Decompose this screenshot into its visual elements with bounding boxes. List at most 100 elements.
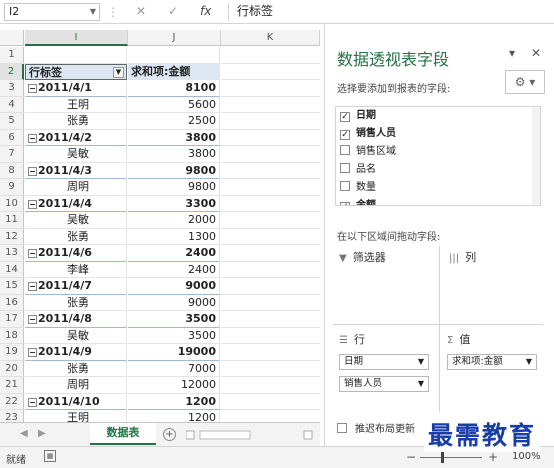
formula-input[interactable]: 行标签 <box>228 3 546 21</box>
row-number[interactable]: 1 <box>0 47 24 64</box>
add-sheet-icon[interactable]: + <box>163 428 176 441</box>
row-number[interactable]: 4 <box>0 96 24 113</box>
cell-row-label[interactable]: −2011/4/1 <box>25 80 127 97</box>
horizontal-scrollbar[interactable] <box>186 430 316 440</box>
row-number[interactable]: 20 <box>0 360 24 377</box>
cell-empty[interactable] <box>221 377 320 394</box>
worksheet-grid[interactable]: I J K 1 2 行标签 ▼ 求和项:金额 3−2011/4/1 8100 4 王明 5600 5… <box>0 30 320 422</box>
collapse-icon[interactable]: − <box>28 397 37 407</box>
cell-empty[interactable] <box>221 229 320 245</box>
cell-empty[interactable] <box>221 245 320 262</box>
cell-value[interactable]: 9000 <box>128 278 220 295</box>
cell-row-label[interactable]: 张勇 <box>25 360 127 377</box>
cell-row-label[interactable]: −2011/4/8 <box>25 311 127 328</box>
field-item[interactable]: 销售区域 <box>336 143 540 161</box>
row-number[interactable]: 7 <box>0 146 24 163</box>
select-all-corner[interactable] <box>0 30 24 46</box>
enter-icon[interactable]: ✓ <box>168 4 178 18</box>
cell-value[interactable]: 2000 <box>128 212 220 229</box>
row-number[interactable]: 6 <box>0 129 24 146</box>
cell-value[interactable] <box>128 47 220 64</box>
name-box[interactable]: I2 ▼ <box>4 3 100 21</box>
row-number[interactable]: 10 <box>0 195 24 212</box>
cell-empty[interactable] <box>221 410 320 422</box>
cell-empty[interactable] <box>221 163 320 179</box>
row-number[interactable]: 9 <box>0 179 24 196</box>
columns-area[interactable]: ||| 列 <box>449 250 549 266</box>
collapse-icon[interactable]: − <box>28 84 37 93</box>
row-number[interactable]: 17 <box>0 311 24 328</box>
cell-value[interactable]: 3300 <box>128 195 220 212</box>
cell-row-label[interactable]: −2011/4/6 <box>25 245 127 262</box>
cell-value[interactable]: 9800 <box>128 162 220 179</box>
cell-value[interactable]: 1200 <box>128 393 220 410</box>
defer-checkbox[interactable] <box>337 423 347 433</box>
row-number[interactable]: 14 <box>0 261 24 278</box>
cell-row-label[interactable]: 吴敏 <box>25 327 127 344</box>
cell-value[interactable]: 3800 <box>128 146 220 163</box>
column-header-i[interactable]: I <box>25 30 128 46</box>
collapse-icon[interactable]: − <box>28 133 37 143</box>
cell-empty[interactable] <box>221 130 320 146</box>
cell-empty[interactable] <box>221 344 320 361</box>
row-number[interactable]: 11 <box>0 212 24 229</box>
insert-function-icon[interactable]: fx <box>200 4 211 18</box>
cell-value[interactable]: 7000 <box>128 360 220 377</box>
rows-area[interactable]: ☰ 行 日期 ▼ 销售人员 ▼ <box>339 332 439 392</box>
cell-empty[interactable] <box>221 97 320 113</box>
macro-record-icon[interactable]: ▦ <box>44 450 56 462</box>
cell-empty[interactable] <box>221 196 320 212</box>
cell-empty[interactable] <box>221 278 320 295</box>
cell-row-label[interactable] <box>25 47 127 64</box>
field-item[interactable]: 数量 <box>336 179 540 197</box>
cell-value[interactable]: 2400 <box>128 261 220 278</box>
column-header-j[interactable]: J <box>128 30 221 46</box>
row-number[interactable]: 13 <box>0 245 24 262</box>
row-number[interactable]: 16 <box>0 294 24 311</box>
row-number[interactable]: 2 <box>0 63 24 80</box>
cell-empty[interactable] <box>221 113 320 130</box>
cell-empty[interactable] <box>221 80 320 97</box>
cell-empty[interactable] <box>221 295 320 311</box>
row-number[interactable]: 12 <box>0 228 24 245</box>
collapse-icon[interactable]: − <box>28 199 37 209</box>
cell-row-label[interactable]: 李峰 <box>25 261 127 278</box>
column-header-k[interactable]: K <box>221 30 320 46</box>
row-number[interactable]: 5 <box>0 113 24 130</box>
field-checkbox[interactable] <box>340 163 350 173</box>
cell-value[interactable]: 3500 <box>128 311 220 328</box>
collapse-icon[interactable]: − <box>28 249 37 258</box>
cell-row-label[interactable]: 周明 <box>25 377 127 394</box>
field-checkbox[interactable]: ✓ <box>340 130 350 140</box>
close-icon[interactable]: ✕ <box>531 46 541 60</box>
field-list-scrollbar[interactable] <box>532 107 540 205</box>
sheet-tab-data[interactable]: 数据表 <box>90 423 156 445</box>
cell-row-label[interactable]: 张勇 <box>25 228 127 245</box>
row-number[interactable]: 21 <box>0 377 24 394</box>
field-checkbox[interactable]: ✓ <box>340 202 350 205</box>
cell-value[interactable]: 9000 <box>128 294 220 311</box>
cell-value[interactable]: 1200 <box>128 410 220 422</box>
cell-value[interactable]: 3800 <box>128 129 220 146</box>
cell-value[interactable]: 8100 <box>128 80 220 97</box>
cell-empty[interactable] <box>221 212 320 229</box>
collapse-icon[interactable]: − <box>28 315 37 324</box>
collapse-icon[interactable]: − <box>28 282 37 291</box>
cell-row-label[interactable]: 行标签 ▼ <box>25 63 127 80</box>
filter-dropdown-icon[interactable]: ▼ <box>113 66 124 78</box>
cell-value[interactable]: 12000 <box>128 377 220 394</box>
row-field-chip[interactable]: 日期 ▼ <box>339 354 429 370</box>
row-number[interactable]: 15 <box>0 278 24 295</box>
cell-row-label[interactable]: 张勇 <box>25 113 127 130</box>
cell-empty[interactable] <box>221 311 320 328</box>
cell-row-label[interactable]: −2011/4/4 <box>25 195 127 212</box>
value-field-chip[interactable]: 求和项:金额 ▼ <box>447 354 537 370</box>
gear-icon[interactable]: ⚙ ▾ <box>505 70 545 94</box>
cell-value[interactable]: 2400 <box>128 245 220 262</box>
cell-row-label[interactable]: −2011/4/10 <box>25 393 127 410</box>
field-checkbox[interactable]: ✓ <box>340 112 350 122</box>
cancel-icon[interactable]: ✕ <box>136 4 146 18</box>
cell-empty[interactable] <box>221 394 320 410</box>
row-number[interactable]: 8 <box>0 162 24 179</box>
row-number[interactable]: 3 <box>0 80 24 97</box>
